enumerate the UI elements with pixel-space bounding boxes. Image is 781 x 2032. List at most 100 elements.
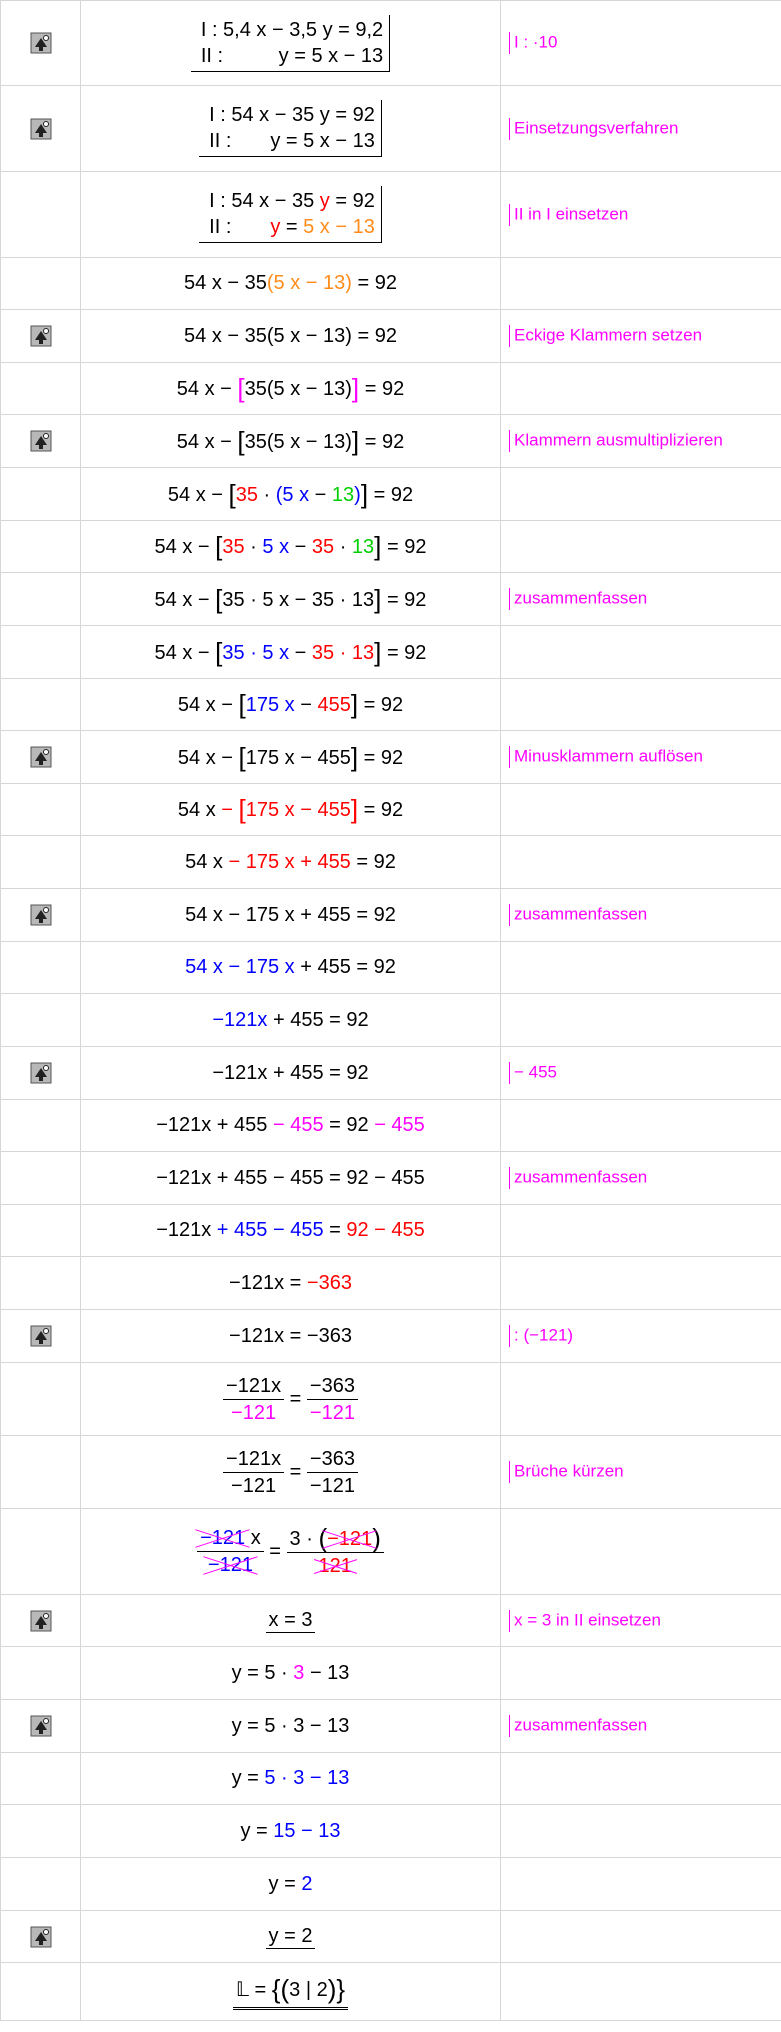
- step-note: Brüche kürzen: [514, 1462, 624, 1481]
- fraction: −363 −121: [306, 1446, 358, 1499]
- equation-cell: 54 x − 175 x + 455 = 92: [80, 835, 501, 889]
- equation: 54 x − [35(5 x − 13)] = 92: [176, 425, 405, 456]
- step-hint-icon[interactable]: [30, 904, 52, 926]
- equation: −121x + 455 − 455 = 92 − 455: [156, 1166, 425, 1189]
- note-separator: [509, 203, 510, 226]
- equation-line: I : 54 x − 35 y = 92: [209, 190, 375, 212]
- note-cell: [500, 1962, 781, 2021]
- note-cell: [500, 835, 781, 889]
- equation: −121x −121 = −363 −121: [223, 1373, 358, 1426]
- note-cell: [500, 467, 781, 521]
- note-separator: [509, 325, 510, 347]
- step-row: 54 x − 35(5 x − 13) = 92: [0, 257, 781, 310]
- note-cell: [500, 941, 781, 994]
- equation: −121x = −363: [229, 1271, 352, 1294]
- note-cell: [500, 678, 781, 731]
- step-hint-icon[interactable]: [30, 325, 52, 347]
- step-hint-icon[interactable]: [30, 1610, 52, 1632]
- step-note: − 455: [514, 1063, 558, 1082]
- equation: −121x = −363: [229, 1324, 352, 1347]
- note-cell: [500, 1910, 781, 1963]
- note-cell: Eckige Klammern setzen: [500, 309, 781, 363]
- equation-cell: 54 x − [35 · 5 x − 35 · 13] = 92: [80, 520, 501, 573]
- step-row: 54 x − 175 x + 455 = 92 zusammenfassen: [0, 888, 781, 942]
- note-cell: [500, 993, 781, 1047]
- equation: 54 x − [35 · 5 x − 35 · 13] = 92: [154, 636, 427, 667]
- equation: 54 x − [175 x − 455] = 92: [177, 741, 404, 772]
- icon-cell: [0, 1962, 81, 2021]
- step-hint-icon[interactable]: [30, 32, 52, 54]
- equation-cell: 54 x − [175 x − 455] = 92: [80, 678, 501, 731]
- icon-cell: [0, 85, 81, 172]
- step-hint-icon[interactable]: [30, 1715, 52, 1737]
- note-cell: [500, 1099, 781, 1152]
- note-cell: [500, 783, 781, 836]
- step-hint-icon[interactable]: [30, 1325, 52, 1347]
- icon-cell: [0, 730, 81, 784]
- equation-cell: −121x + 455 = 92: [80, 993, 501, 1047]
- equation: −121x + 455 − 455 = 92 − 455: [156, 1114, 425, 1136]
- note-separator: [509, 1062, 510, 1084]
- note-separator: [509, 746, 510, 768]
- step-row: 𝕃 = {(3 | 2)}: [0, 1962, 781, 2021]
- fraction: −121x −121: [223, 1373, 285, 1426]
- icon-cell: [0, 1362, 81, 1436]
- note-separator: [509, 1461, 510, 1483]
- icon-cell: [0, 993, 81, 1047]
- equation: x = 3: [265, 1609, 316, 1633]
- step-row: −121x −121 = −363 −121 Brüche kürzen: [0, 1435, 781, 1509]
- icon-cell: [0, 1646, 81, 1700]
- equation: −121 x −121 = 3 · (−121) 121: [197, 1525, 384, 1579]
- step-row: −121x + 455 − 455 = 92 − 455 zusammenfas…: [0, 1151, 781, 1205]
- fraction: −121 x −121: [197, 1525, 264, 1578]
- equation-cell: 54 x − [35 · 5 x − 35 · 13] = 92: [80, 572, 501, 626]
- step-hint-icon[interactable]: [30, 118, 52, 140]
- icon-cell: [0, 520, 81, 573]
- icon-cell: [0, 1699, 81, 1753]
- note-cell: − 455: [500, 1046, 781, 1100]
- note-cell: zusammenfassen: [500, 888, 781, 942]
- icon-cell: [0, 1804, 81, 1858]
- note-cell: I : ·10: [500, 0, 781, 86]
- step-row: 54 x − 175 x + 455 = 92: [0, 835, 781, 889]
- note-cell: [500, 1508, 781, 1595]
- step-row: 54 x − [35(5 x − 13)] = 92: [0, 362, 781, 415]
- note-separator: [509, 117, 510, 140]
- step-row: −121x = −363: [0, 1256, 781, 1310]
- equation-cell: 54 x − 175 x + 455 = 92: [80, 888, 501, 942]
- equation: y = 2: [268, 1872, 313, 1895]
- note-cell: [500, 1204, 781, 1257]
- equation-line: II :y = 5 x − 13: [209, 130, 375, 152]
- icon-cell: [0, 467, 81, 521]
- equation-cell: 54 x − [35 · (5 x − 13)] = 92: [80, 467, 501, 521]
- icon-cell: [0, 572, 81, 626]
- step-hint-icon[interactable]: [30, 1062, 52, 1084]
- note-separator: [509, 1609, 510, 1632]
- step-row: 54 x − 175 x + 455 = 92: [0, 941, 781, 994]
- step-hint-icon[interactable]: [30, 1926, 52, 1948]
- step-note: II in I einsetzen: [514, 204, 629, 224]
- equation: y = 5 · 3 − 13: [231, 1767, 350, 1789]
- equation-cell: −121x + 455 = 92: [80, 1046, 501, 1100]
- equation-cell: 54 x − [35(5 x − 13)] = 92: [80, 414, 501, 468]
- step-hint-icon[interactable]: [30, 430, 52, 452]
- note-cell: [500, 362, 781, 415]
- equation-cell: 54 x − 35(5 x − 13) = 92: [80, 257, 501, 310]
- note-cell: [500, 1256, 781, 1310]
- step-row: y = 2: [0, 1857, 781, 1911]
- equation-line: II :y = 5 x − 13: [200, 44, 384, 67]
- step-row: y = 5 · 3 − 13: [0, 1646, 781, 1700]
- equation-cell: y = 5 · 3 − 13: [80, 1646, 501, 1700]
- step-row: 54 x − [35(5 x − 13)] = 92 Klammern ausm…: [0, 414, 781, 468]
- note-cell: zusammenfassen: [500, 1699, 781, 1753]
- step-row: 54 x − [35 · 5 x − 35 · 13] = 92 zusamme…: [0, 572, 781, 626]
- icon-cell: [0, 0, 81, 86]
- fraction: −363 −121: [306, 1373, 358, 1426]
- equation-cell: 54 x − [175 x − 455] = 92: [80, 783, 501, 836]
- step-row: y = 5 · 3 − 13 zusammenfassen: [0, 1699, 781, 1753]
- step-row: 54 x − [175 x − 455] = 92: [0, 678, 781, 731]
- equation-line: II :y = 5 x − 13: [209, 216, 375, 238]
- equation-cell: y = 2: [80, 1910, 501, 1963]
- equation: 54 x − [35 · 5 x − 35 · 13] = 92: [154, 583, 427, 614]
- step-hint-icon[interactable]: [30, 746, 52, 768]
